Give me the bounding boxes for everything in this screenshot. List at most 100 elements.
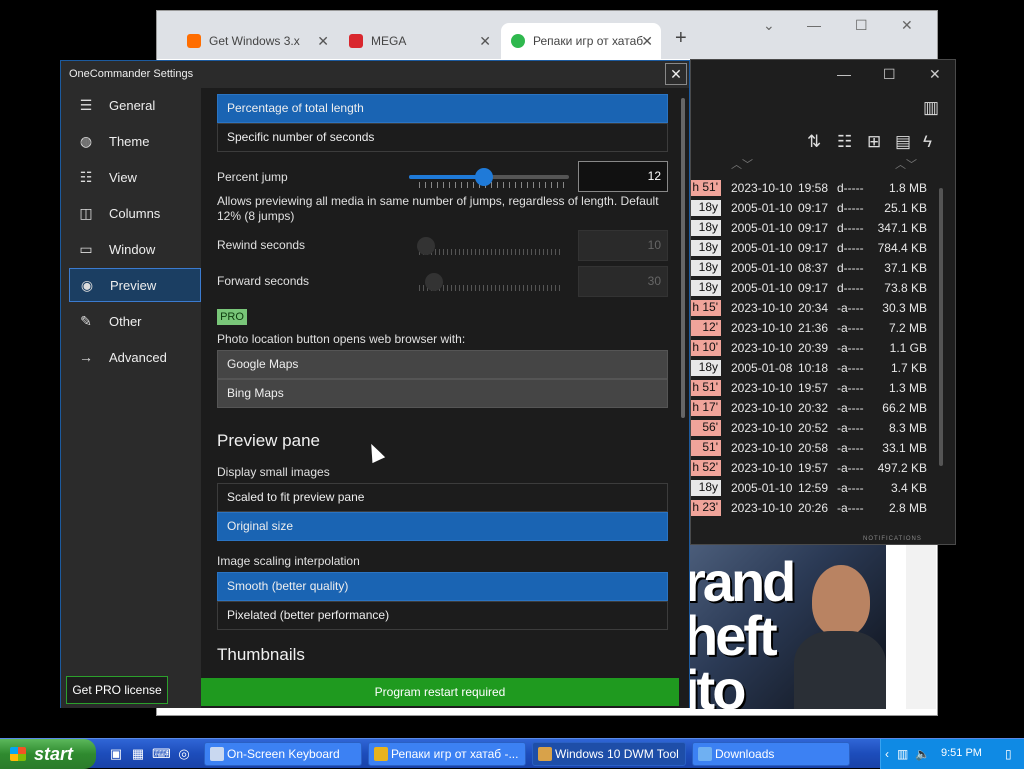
new-item-icon[interactable]: ⊞ (867, 132, 881, 152)
show-desktop-icon[interactable]: ▣ (108, 746, 124, 762)
tab-search-icon[interactable]: ⌄ (763, 17, 775, 34)
browser-tab-repacks[interactable]: Репаки игр от хатаб ✕ (501, 23, 661, 59)
file-row[interactable]: h 17' 2023-10-10 20:32 -a---- 66.2 MB (691, 398, 941, 418)
option-bing-maps[interactable]: Bing Maps (217, 379, 668, 408)
network-icon[interactable]: ▥ (897, 747, 908, 761)
window-icon: ▭ (79, 240, 93, 257)
file-attributes: -a---- (837, 421, 864, 435)
chrome-icon[interactable]: ◎ (176, 746, 192, 762)
nav-item-label: View (109, 169, 137, 185)
close-button[interactable]: ✕ (929, 66, 941, 83)
file-size: 33.1 MB (882, 441, 927, 455)
close-icon[interactable]: ✕ (641, 33, 653, 50)
get-pro-license-button[interactable]: Get PRO license (66, 676, 168, 704)
percent-jump-input[interactable]: 12 (578, 161, 668, 192)
scrollbar[interactable] (939, 188, 943, 466)
sort-icon[interactable]: ⇅ (807, 132, 821, 152)
file-row[interactable]: 18y 2005-01-10 12:59 -a---- 3.4 KB (691, 478, 941, 498)
option-number-of-seconds[interactable]: Specific number of seconds (217, 123, 668, 152)
file-row[interactable]: 18y 2005-01-10 09:17 d----- 784.4 KB (691, 238, 941, 258)
file-row[interactable]: 18y 2005-01-10 09:17 d----- 73.8 KB (691, 278, 941, 298)
file-date: 2005-01-10 (731, 201, 793, 215)
lightning-icon[interactable]: ϟ (923, 132, 932, 152)
file-size: 3.4 KB (890, 481, 927, 495)
browser-tab-mega[interactable]: MEGA ✕ (339, 23, 499, 59)
nav-item-general[interactable]: ☰ General (69, 88, 201, 122)
sort-arrows-icon[interactable]: ︿﹀ (731, 156, 753, 172)
file-row[interactable]: 51' 2023-10-10 20:58 -a---- 33.1 MB (691, 438, 941, 458)
notification-icon[interactable]: ▯ (1005, 747, 1012, 761)
keyboard-icon[interactable]: ⌨ (152, 746, 171, 762)
maximize-button[interactable]: ☐ (855, 17, 868, 34)
details-list-icon[interactable]: ☷ (837, 132, 852, 152)
minimize-button[interactable]: — (807, 17, 821, 33)
notifications-label[interactable]: NOTIFICATIONS (863, 536, 922, 542)
new-tab-button[interactable]: + (675, 27, 687, 50)
file-row[interactable]: h 52' 2023-10-10 19:57 -a---- 497.2 KB (691, 458, 941, 478)
file-time: 20:52 (798, 421, 829, 435)
file-row[interactable]: h 15' 2023-10-10 20:34 -a---- 30.3 MB (691, 298, 941, 318)
volume-muted-icon[interactable]: 🔈 (915, 747, 930, 761)
file-time: 09:17 (798, 241, 829, 255)
nav-item-advanced[interactable]: → Advanced (69, 340, 201, 374)
scrollbar[interactable] (906, 545, 936, 709)
start-button[interactable]: start (0, 739, 96, 769)
file-time: 09:17 (798, 281, 829, 295)
option-google-maps[interactable]: Google Maps (217, 350, 668, 379)
nav-item-label: Preview (110, 277, 157, 293)
taskbar-button[interactable]: On-Screen Keyboard (204, 742, 362, 766)
edit-icon: ✎ (80, 312, 92, 329)
file-age: 56' (691, 420, 721, 436)
file-date: 2005-01-10 (731, 481, 793, 495)
nav-item-preview[interactable]: ◉ Preview (69, 268, 201, 302)
maximize-button[interactable]: ☐ (883, 66, 896, 83)
file-row[interactable]: h 51' 2023-10-10 19:57 -a---- 1.3 MB (691, 378, 941, 398)
file-time: 08:37 (798, 261, 829, 275)
chevron-left-icon[interactable]: ‹ (885, 747, 889, 761)
file-row[interactable]: 18y 2005-01-10 09:17 d----- 347.1 KB (691, 218, 941, 238)
file-age: h 17' (691, 400, 721, 416)
file-row[interactable]: h 23' 2023-10-10 20:26 -a---- 2.8 MB (691, 498, 941, 518)
nav-item-theme[interactable]: ◍ Theme (69, 124, 201, 158)
file-row[interactable]: h 10' 2023-10-10 20:39 -a---- 1.1 GB (691, 338, 941, 358)
file-time: 19:57 (798, 461, 829, 475)
taskbar-button[interactable]: Репаки игр от хатаб -... (368, 742, 526, 766)
file-row[interactable]: 18y 2005-01-10 08:37 d----- 37.1 KB (691, 258, 941, 278)
taskbar-button[interactable]: Windows 10 DWM Tool (532, 742, 686, 766)
columns-layout-icon[interactable]: ▥ (923, 98, 939, 118)
option-smooth[interactable]: Smooth (better quality) (217, 572, 668, 601)
close-button[interactable]: ✕ (665, 63, 687, 85)
close-button[interactable]: ✕ (901, 17, 913, 34)
close-icon[interactable]: ✕ (317, 33, 329, 50)
option-scaled-to-fit[interactable]: Scaled to fit preview pane (217, 483, 668, 512)
file-attributes: -a---- (837, 401, 864, 415)
nav-item-view[interactable]: ☷ View (69, 160, 201, 194)
option-percentage-of-length[interactable]: Percentage of total length (217, 94, 668, 123)
windows-favicon-icon (187, 34, 201, 48)
file-row[interactable]: 12' 2023-10-10 21:36 -a---- 7.2 MB (691, 318, 941, 338)
nav-item-other[interactable]: ✎ Other (69, 304, 201, 338)
clipboard-icon[interactable]: ▤ (895, 132, 911, 152)
file-date: 2023-10-10 (731, 461, 793, 475)
mega-favicon-icon (349, 34, 363, 48)
xatab-favicon-icon (511, 34, 525, 48)
nav-item-columns[interactable]: ◫ Columns (69, 196, 201, 230)
file-row[interactable]: 18y 2005-01-10 09:17 d----- 25.1 KB (691, 198, 941, 218)
scrollbar[interactable] (681, 98, 685, 418)
taskbar-button[interactable]: Downloads (692, 742, 850, 766)
minimize-button[interactable]: — (837, 66, 851, 82)
columns-icon: ◫ (79, 204, 93, 221)
file-date: 2023-10-10 (731, 501, 793, 515)
file-row[interactable]: h 51' 2023-10-10 19:58 d----- 1.8 MB (691, 178, 941, 198)
option-pixelated[interactable]: Pixelated (better performance) (217, 601, 668, 630)
file-row[interactable]: 18y 2005-01-08 10:18 -a---- 1.7 KB (691, 358, 941, 378)
option-original-size[interactable]: Original size (217, 512, 668, 541)
browser-tab-windows3x[interactable]: Get Windows 3.x ✕ (177, 23, 337, 59)
close-icon[interactable]: ✕ (479, 33, 491, 50)
sort-arrows-icon[interactable]: ︿﹀ (895, 156, 917, 172)
taskbar-button-label: Windows 10 DWM Tool (555, 747, 679, 761)
file-row[interactable]: 56' 2023-10-10 20:52 -a---- 8.3 MB (691, 418, 941, 438)
nav-item-window[interactable]: ▭ Window (69, 232, 201, 266)
file-attributes: -a---- (837, 461, 864, 475)
explorer-icon[interactable]: ▦ (130, 746, 146, 762)
